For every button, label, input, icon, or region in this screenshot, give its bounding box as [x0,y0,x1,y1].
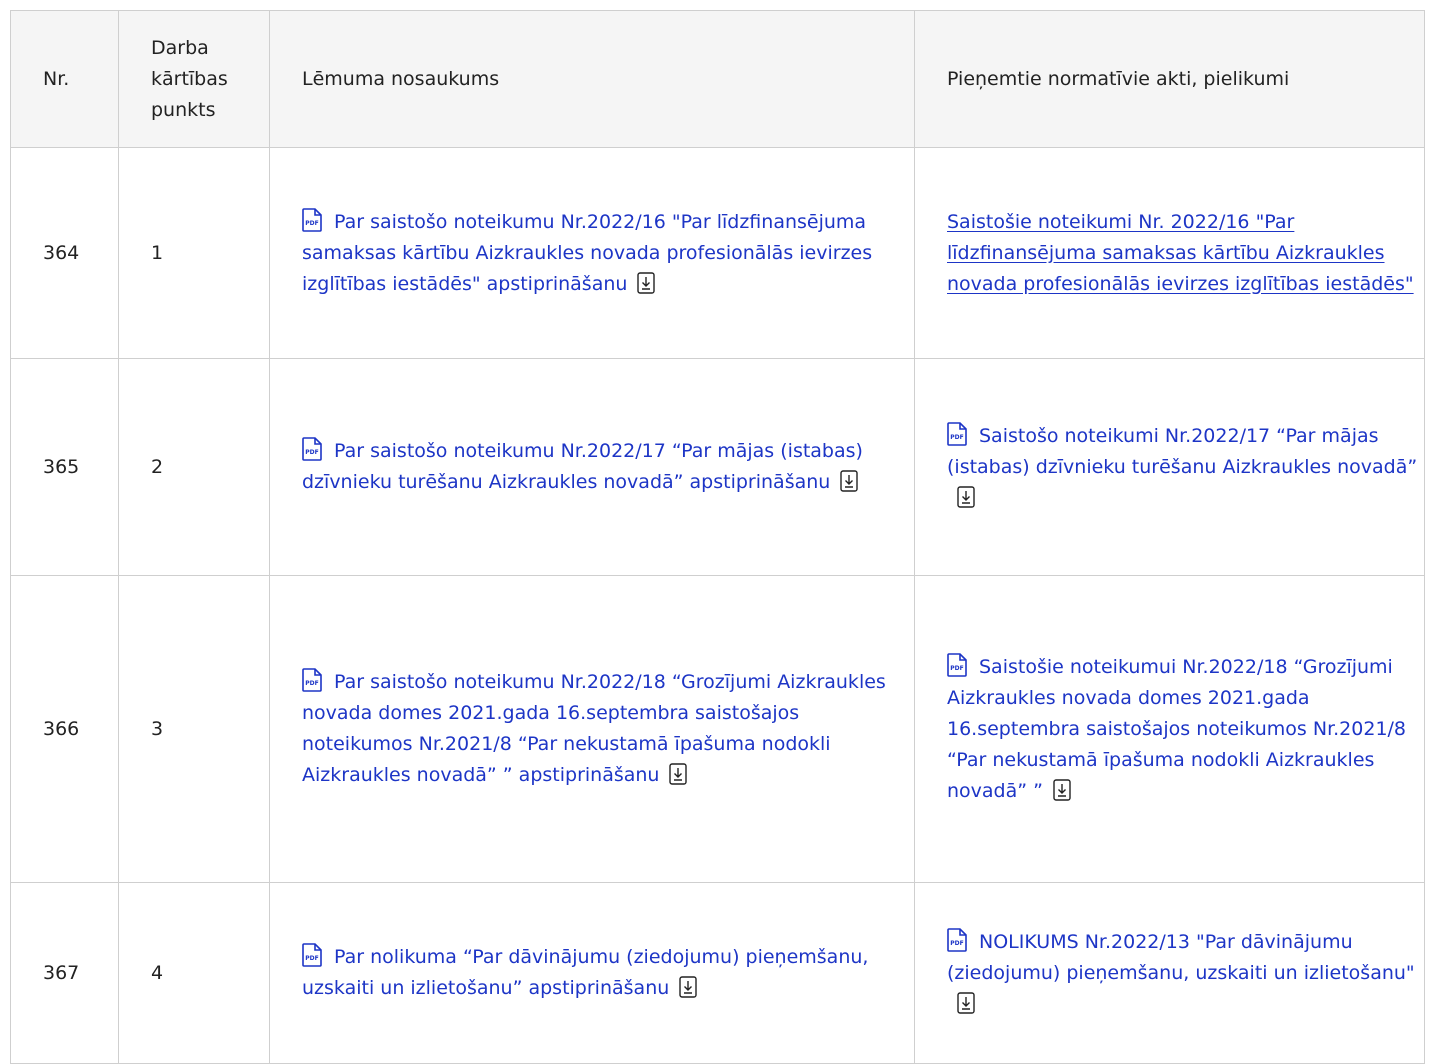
cell-agenda-point: 3 [118,575,270,883]
cell-adopted-act: PDF Saistošie noteikumui Nr.2022/18 “Groz… [914,575,1425,883]
decisions-table: Nr. Darba kārtības punkts Lēmuma nosauku… [10,10,1425,1064]
pdf-file-icon: PDF [302,668,322,692]
adopted-act-link[interactable]: PDF Saistošo noteikumi Nr.2022/17 “Par mā… [947,421,1418,509]
pdf-badge-text: PDF [950,434,963,441]
pdf-file-icon: PDF [947,652,967,677]
download-icon [679,976,697,998]
cell-adopted-act: PDF Saistošo noteikumi Nr.2022/17 “Par mā… [914,358,1425,576]
decision-link[interactable]: PDF Par saistošo noteikumu Nr.2022/17 “Pa… [302,437,863,493]
cell-nr: 366 [10,575,119,883]
pdf-file-icon: PDF [947,421,967,446]
decision-link[interactable]: PDF Par nolikuma “Par dāvinājumu (ziedoju… [302,943,869,999]
cell-adopted-act: PDF NOLIKUMS Nr.2022/13 "Par dāvinājumu (… [914,882,1425,1064]
pdf-file-icon: PDF [302,943,322,967]
download-icon [840,470,859,492]
cell-decision-name: PDF Par saistošo noteikumu Nr.2022/16 "Pa… [269,147,915,359]
cell-decision-name: PDF Par saistošo noteikumu Nr.2022/17 “Pa… [269,358,915,576]
adopted-act-title: Saistošie noteikumui Nr.2022/18 “Grozīju… [947,655,1407,802]
header-adopted-acts: Pieņemtie normatīvie akti, pielikumi [914,10,1425,148]
adopted-act-title: Saistošo noteikumi Nr.2022/17 “Par mājas… [947,424,1418,478]
decision-title: Par saistošo noteikumu Nr.2022/16 "Par l… [302,210,873,295]
table-row: 367 4 PDF Par nolikuma “Par dāvinājumu (z… [10,882,1425,1064]
table-header-row: Nr. Darba kārtības punkts Lēmuma nosauku… [10,10,1425,148]
cell-nr: 365 [10,358,119,576]
table-body: 364 1 PDF Par saistošo noteikumu Nr.2022/… [10,147,1425,1064]
decision-title: Par saistošo noteikumu Nr.2022/18 “Grozī… [302,671,886,786]
download-icon [637,271,656,294]
cell-adopted-act: Saistošie noteikumi Nr. 2022/16 "Par līd… [914,147,1425,359]
decision-title: Par saistošo noteikumu Nr.2022/17 “Par m… [302,440,863,493]
pdf-file-icon: PDF [947,927,967,952]
pdf-badge-text: PDF [305,449,318,456]
table-row: 365 2 PDF Par saistošo noteikumu Nr.2022/… [10,358,1425,576]
adopted-act-link[interactable]: Saistošie noteikumi Nr. 2022/16 "Par līd… [947,211,1414,295]
pdf-badge-text: PDF [305,680,318,687]
pdf-file-icon: PDF [302,207,322,232]
decision-title: Par nolikuma “Par dāvinājumu (ziedojumu)… [302,946,869,999]
cell-agenda-point: 1 [118,147,270,359]
adopted-act-title: NOLIKUMS Nr.2022/13 "Par dāvinājumu (zie… [947,930,1415,984]
decision-link[interactable]: PDF Par saistošo noteikumu Nr.2022/16 "Pa… [302,207,873,295]
adopted-act-link[interactable]: PDF Saistošie noteikumui Nr.2022/18 “Groz… [947,652,1407,802]
decision-link[interactable]: PDF Par saistošo noteikumu Nr.2022/18 “Gr… [302,668,886,786]
pdf-file-icon: PDF [302,437,322,461]
pdf-badge-text: PDF [950,665,963,672]
cell-nr: 364 [10,147,119,359]
pdf-badge-text: PDF [950,940,963,947]
table-row: 366 3 PDF Par saistošo noteikumu Nr.2022/… [10,575,1425,883]
download-icon [669,763,688,785]
adopted-act-link[interactable]: PDF NOLIKUMS Nr.2022/13 "Par dāvinājumu (… [947,927,1415,1015]
cell-agenda-point: 4 [118,882,270,1064]
header-decision-name: Lēmuma nosaukums [269,10,915,148]
pdf-badge-text: PDF [305,220,318,227]
cell-agenda-point: 2 [118,358,270,576]
table-row: 364 1 PDF Par saistošo noteikumu Nr.2022/… [10,147,1425,359]
download-icon [1053,778,1071,801]
header-agenda-point: Darba kārtības punkts [118,10,270,148]
cell-nr: 367 [10,882,119,1064]
header-nr: Nr. [10,10,119,148]
pdf-badge-text: PDF [305,955,318,962]
download-icon [957,991,975,1014]
cell-decision-name: PDF Par saistošo noteikumu Nr.2022/18 “Gr… [269,575,915,883]
cell-decision-name: PDF Par nolikuma “Par dāvinājumu (ziedoju… [269,882,915,1064]
download-icon [957,485,975,508]
table-header: Nr. Darba kārtības punkts Lēmuma nosauku… [10,10,1425,148]
